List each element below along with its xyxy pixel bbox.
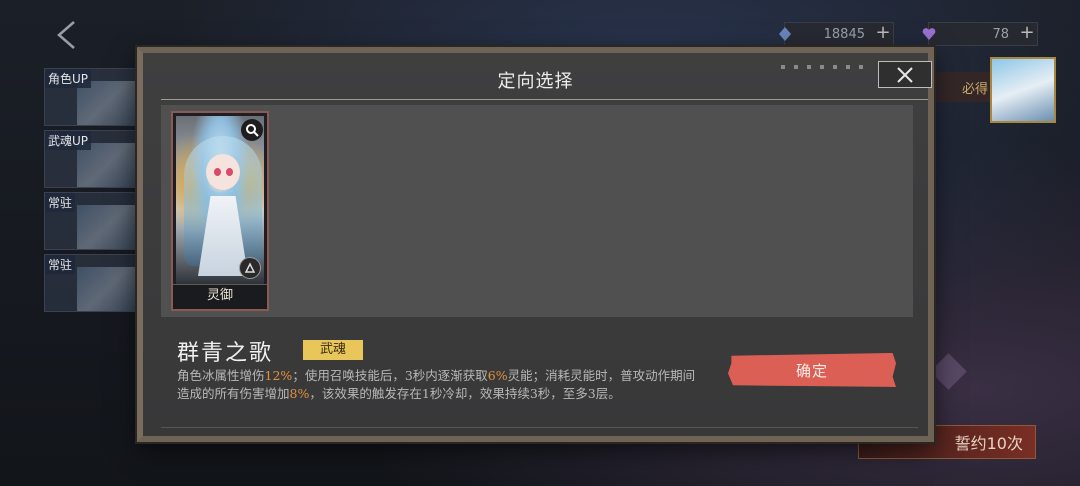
item-description: 角色冰属性增伤12%；使用召唤技能后，3秒内逐渐获取6%灵能；消耗灵能时，普攻动…	[177, 368, 696, 401]
weapon-soul-card[interactable]: 灵御	[171, 111, 269, 311]
add-heart-gem-button[interactable]: +	[1017, 23, 1037, 45]
tab-character-up[interactable]: 角色UP	[44, 68, 138, 126]
item-type-tag: 武魂	[303, 340, 363, 360]
tab-weapon-soul-up[interactable]: 武魂UP	[44, 130, 138, 188]
crystal-icon	[775, 24, 795, 44]
confirm-button[interactable]: 确定	[728, 353, 896, 387]
guarantee-label: 必得	[930, 72, 994, 102]
tab-label: 角色UP	[45, 69, 92, 88]
close-button[interactable]	[878, 61, 932, 88]
heart-gem-count: 78	[992, 26, 1009, 42]
magnifier-icon	[246, 124, 259, 137]
tab-label: 常驻	[45, 255, 76, 274]
resource-crystal: 18845 +	[779, 22, 894, 46]
bottom-divider	[161, 427, 918, 428]
tab-standard-2[interactable]: 常驻	[44, 254, 138, 312]
back-arrow-icon	[57, 21, 75, 49]
item-name: 群青之歌	[177, 341, 274, 366]
close-icon	[897, 66, 913, 83]
summon-type-icon	[239, 257, 261, 279]
tab-label: 武魂UP	[45, 131, 92, 150]
back-button[interactable]	[52, 18, 82, 52]
selection-grid: 灵御	[161, 105, 913, 317]
featured-character-thumb[interactable]	[990, 57, 1056, 123]
zoom-button[interactable]	[241, 119, 263, 141]
dialog-title: 定向选择	[497, 71, 574, 92]
decorative-dots	[781, 65, 863, 69]
heart-gem-icon	[919, 24, 939, 44]
tab-art	[77, 267, 137, 311]
banner-art-decoration: ◆	[930, 340, 967, 396]
card-type-label: 灵御	[173, 284, 267, 309]
crystal-count: 18845	[823, 26, 865, 42]
title-divider	[161, 99, 928, 100]
tab-label: 常驻	[45, 193, 76, 212]
tab-standard-1[interactable]: 常驻	[44, 192, 138, 250]
tab-art	[77, 205, 137, 249]
directed-selection-dialog: 定向选择 灵御 群青之歌 武魂 角色冰属性增伤12%；使用召唤技能后，3秒内逐渐…	[137, 47, 934, 442]
add-crystal-button[interactable]: +	[873, 23, 893, 45]
resource-heart-gem: 78 +	[922, 22, 1038, 46]
dialog-body: 定向选择 灵御 群青之歌 武魂 角色冰属性增伤12%；使用召唤技能后，3秒内逐渐…	[143, 53, 932, 436]
